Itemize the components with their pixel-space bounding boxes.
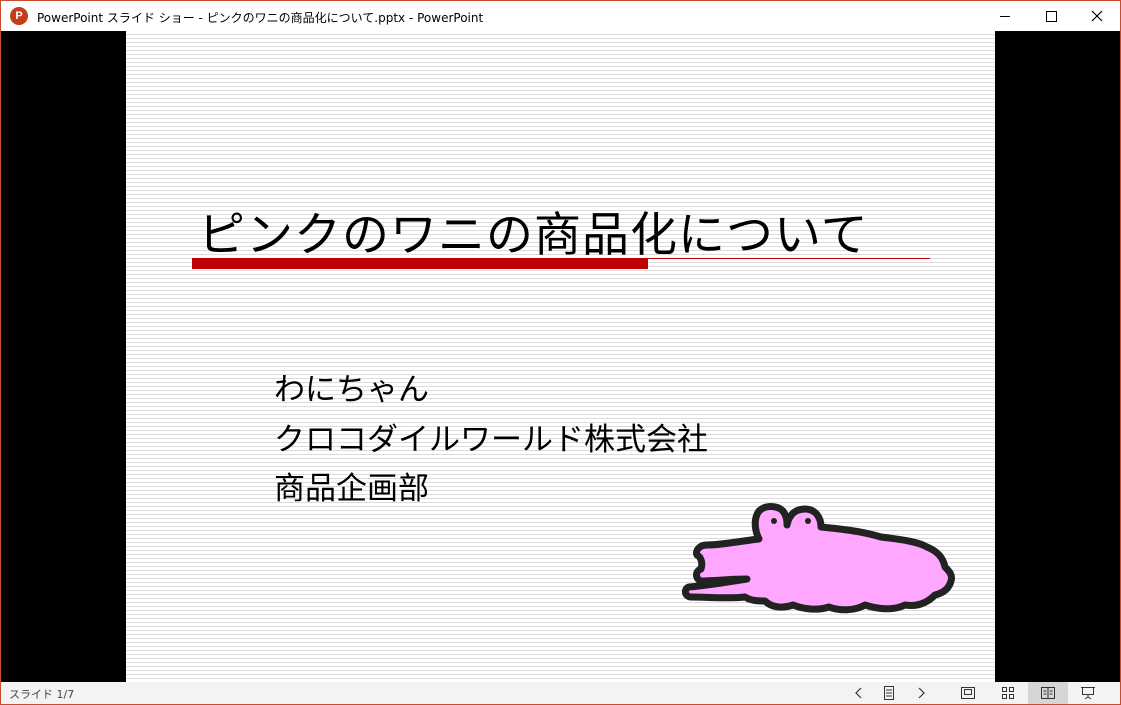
slide-title: ピンクのワニの商品化について (198, 208, 869, 263)
powerpoint-window: P PowerPoint スライド ショー - ピンクのワニの商品化について.p… (0, 0, 1121, 705)
subtitle-department: 商品企画部 (274, 471, 429, 507)
slide-sorter-icon (1002, 687, 1014, 699)
subtitle-company: クロコダイルワールド株式会社 (274, 422, 708, 458)
next-slide-button[interactable] (901, 682, 941, 704)
slide-indicator: スライド 1/7 (9, 688, 75, 701)
slideshow-stage[interactable]: ピンクのワニの商品化について わにちゃん クロコダイルワールド株式会社 商品企画… (1, 31, 1120, 682)
pink-crocodile-illustration (681, 503, 955, 614)
chevron-right-icon (918, 687, 925, 699)
minimize-button[interactable] (982, 1, 1028, 31)
status-bar: スライド 1/7 (1, 682, 1120, 704)
powerpoint-app-icon[interactable]: P (10, 7, 28, 25)
close-icon (1091, 10, 1103, 22)
normal-view-icon (961, 687, 975, 699)
slide-sorter-view-button[interactable] (988, 682, 1028, 704)
minimize-icon (1000, 16, 1010, 17)
slide[interactable]: ピンクのワニの商品化について わにちゃん クロコダイルワールド株式会社 商品企画… (126, 31, 995, 682)
slide-show-icon (1081, 687, 1095, 700)
title-underline-thick (192, 259, 648, 269)
title-bar: P PowerPoint スライド ショー - ピンクのワニの商品化について.p… (1, 1, 1120, 31)
reading-view-icon (1041, 687, 1055, 699)
close-button[interactable] (1074, 1, 1120, 31)
maximize-button[interactable] (1028, 1, 1074, 31)
normal-view-button[interactable] (948, 682, 988, 704)
subtitle-author: わにちゃん (274, 372, 429, 408)
reading-view-button[interactable] (1028, 682, 1068, 704)
slide-show-view-button[interactable] (1068, 682, 1108, 704)
slide-list-icon (884, 686, 894, 700)
maximize-icon (1046, 11, 1057, 22)
window-title: PowerPoint スライド ショー - ピンクのワニの商品化について.ppt… (37, 11, 484, 25)
chevron-left-icon (855, 687, 862, 699)
